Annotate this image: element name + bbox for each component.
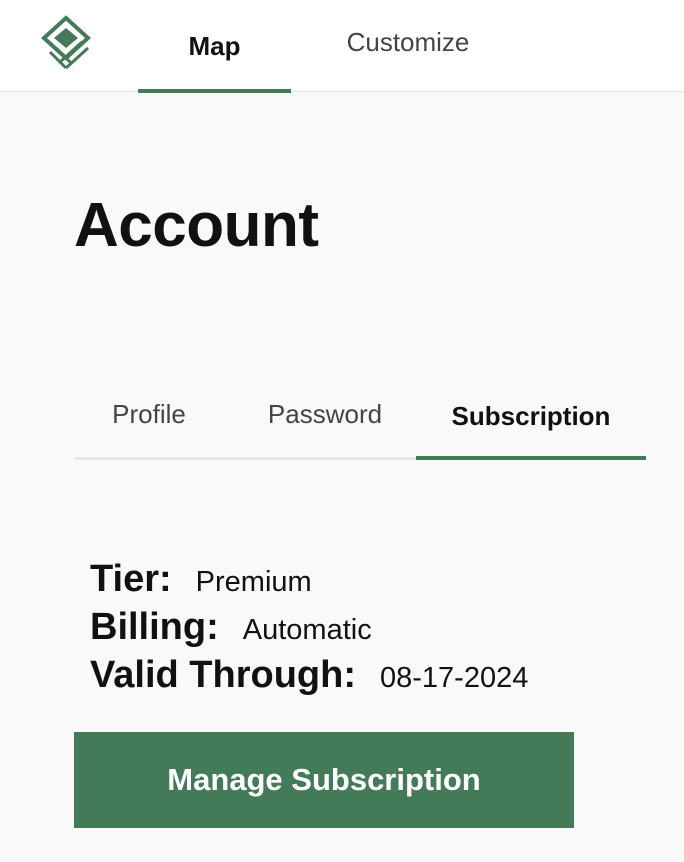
subscription-details: Tier: Premium Billing: Automatic Valid T… (90, 558, 528, 702)
billing-value: Automatic (242, 614, 372, 646)
billing-row: Billing: Automatic (90, 606, 528, 654)
tier-label: Tier: (90, 558, 172, 600)
top-navigation-bar: Map Customize (0, 0, 684, 93)
nav-tab-customize[interactable]: Customize (306, 0, 510, 92)
nav-tab-customize-label: Customize (346, 26, 470, 57)
nav-tab-map[interactable]: Map (138, 0, 291, 93)
tier-value: Premium (195, 566, 312, 598)
tab-password[interactable]: Password (242, 376, 408, 460)
tab-password-label: Password (267, 398, 383, 429)
billing-label: Billing: (90, 606, 219, 648)
tab-profile[interactable]: Profile (82, 376, 216, 460)
manage-subscription-button[interactable]: Manage Subscription (74, 732, 574, 828)
valid-through-row: Valid Through: 08-17-2024 (90, 654, 528, 702)
active-tab-indicator (416, 456, 646, 460)
layers-logo-icon[interactable] (38, 14, 94, 72)
tab-subscription[interactable]: Subscription (416, 376, 646, 460)
valid-through-value: 08-17-2024 (379, 662, 529, 694)
active-tab-indicator (138, 89, 291, 93)
page-title: Account (74, 191, 319, 260)
valid-through-label: Valid Through: (90, 654, 356, 696)
nav-tab-map-label: Map (188, 30, 241, 61)
tab-profile-label: Profile (112, 398, 186, 429)
tier-row: Tier: Premium (90, 558, 528, 606)
tab-subscription-label: Subscription (451, 401, 611, 431)
account-tabs: Profile Password Subscription (74, 376, 646, 460)
